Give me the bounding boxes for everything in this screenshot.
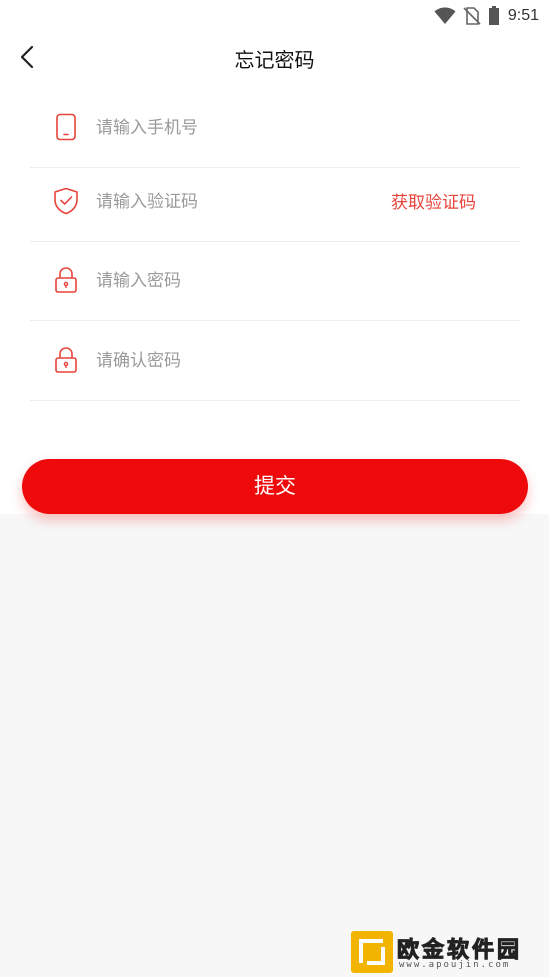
status-bar: 9:51	[0, 0, 549, 32]
password-row	[30, 241, 520, 321]
wifi-icon	[434, 7, 456, 24]
status-icons: 9:51	[434, 5, 539, 27]
password-input[interactable]	[96, 265, 366, 297]
code-row: 获取验证码	[30, 162, 520, 242]
form-panel: 9:51 忘记密码 获取验证码	[0, 0, 549, 514]
lock-icon	[52, 346, 80, 374]
watermark-text: 欧金软件园 www.apoujin.com	[396, 931, 543, 973]
watermark-url: www.apoujin.com	[399, 960, 511, 970]
confirm-password-row	[30, 321, 520, 401]
lock-icon	[52, 266, 80, 294]
no-sim-icon	[463, 7, 481, 25]
shield-check-icon	[52, 187, 80, 215]
status-time: 9:51	[507, 7, 539, 24]
page-title: 忘记密码	[234, 48, 315, 72]
phone-row	[30, 88, 520, 168]
confirm-password-input[interactable]	[96, 345, 366, 377]
phone-icon	[52, 113, 80, 141]
get-code-button[interactable]: 获取验证码	[391, 188, 476, 213]
battery-icon	[488, 6, 499, 25]
watermark: 欧金软件园 www.apoujin.com	[351, 931, 543, 973]
watermark-logo-icon	[351, 931, 393, 973]
app-header: 忘记密码	[0, 34, 549, 80]
phone-input[interactable]	[96, 112, 366, 144]
code-input[interactable]	[96, 186, 366, 218]
submit-button[interactable]: 提交	[22, 459, 528, 514]
